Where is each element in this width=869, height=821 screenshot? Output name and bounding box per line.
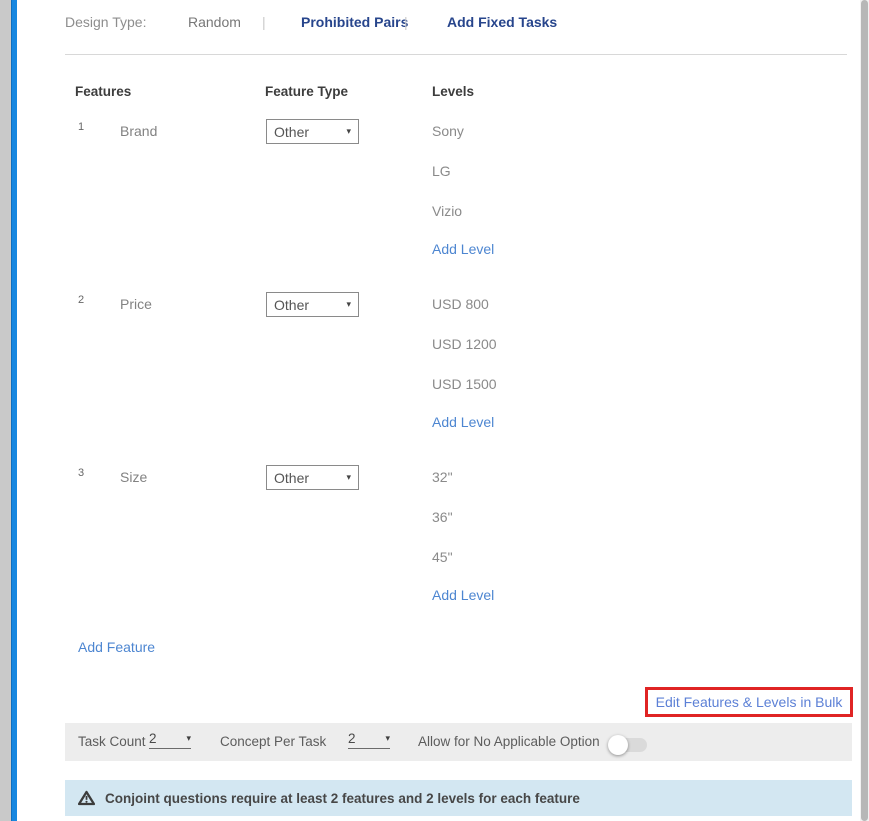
concept-per-task-value: 2: [348, 731, 356, 746]
features-table-header: Features Feature Type Levels: [65, 84, 852, 104]
no-applicable-option-toggle[interactable]: [611, 738, 647, 752]
design-type-option-random[interactable]: Random: [188, 14, 241, 30]
chevron-down-icon: ▾: [385, 733, 390, 744]
feature-index: 3: [78, 467, 84, 479]
level-value[interactable]: 36": [432, 502, 494, 542]
concept-per-task-label: Concept Per Task: [220, 734, 326, 749]
feature-type-value: Other: [274, 470, 309, 486]
feature-name[interactable]: Size: [120, 469, 147, 485]
section-divider: [65, 54, 847, 55]
scrollbar-thumb[interactable]: [861, 0, 868, 821]
level-value[interactable]: 45": [432, 542, 494, 582]
add-level-link[interactable]: Add Level: [432, 236, 494, 257]
bulk-edit-annotation-box: Edit Features & Levels in Bulk: [645, 687, 853, 717]
level-value[interactable]: USD 800: [432, 289, 497, 329]
design-type-option-add-fixed-tasks[interactable]: Add Fixed Tasks: [447, 14, 557, 30]
feature-index: 2: [78, 294, 84, 306]
add-level-link[interactable]: Add Level: [432, 409, 497, 430]
feature-name[interactable]: Price: [120, 296, 152, 312]
concept-per-task-dropdown[interactable]: 2 ▾: [348, 731, 390, 749]
feature-type-select[interactable]: Other ▾: [266, 292, 359, 317]
selected-question-accent-bar: [11, 0, 17, 821]
add-level-link[interactable]: Add Level: [432, 582, 494, 603]
separator: |: [404, 14, 408, 30]
add-feature-link[interactable]: Add Feature: [78, 639, 155, 655]
feature-type-value: Other: [274, 124, 309, 140]
design-type-label: Design Type:: [65, 14, 146, 30]
level-value[interactable]: Vizio: [432, 196, 494, 236]
task-count-label: Task Count: [78, 734, 146, 749]
feature-type-select[interactable]: Other ▾: [266, 119, 359, 144]
info-message: Conjoint questions require at least 2 fe…: [105, 791, 580, 806]
column-header-feature-type: Feature Type: [265, 84, 348, 99]
chevron-down-icon: ▾: [346, 126, 351, 137]
chevron-down-icon: ▾: [346, 299, 351, 310]
page-background-strip: [0, 0, 11, 821]
task-count-dropdown[interactable]: 2 ▾: [149, 731, 191, 749]
column-header-levels: Levels: [432, 84, 474, 99]
info-bar: Conjoint questions require at least 2 fe…: [65, 780, 852, 816]
task-count-value: 2: [149, 731, 157, 746]
vertical-scrollbar[interactable]: [860, 0, 869, 821]
level-value[interactable]: 32": [432, 462, 494, 502]
settings-bar: Task Count 2 ▾ Concept Per Task 2 ▾ Allo…: [65, 723, 852, 761]
conjoint-designer-panel: Design Type: Random | Prohibited Pairs |…: [0, 0, 869, 821]
levels-list: Sony LG Vizio Add Level: [432, 116, 494, 257]
level-value[interactable]: USD 1500: [432, 369, 497, 409]
design-type-row: Design Type: Random | Prohibited Pairs |…: [0, 14, 860, 34]
chevron-down-icon: ▾: [186, 733, 191, 744]
edit-features-levels-bulk-link[interactable]: Edit Features & Levels in Bulk: [656, 694, 843, 710]
feature-name[interactable]: Brand: [120, 123, 157, 139]
feature-type-select[interactable]: Other ▾: [266, 465, 359, 490]
level-value[interactable]: Sony: [432, 116, 494, 156]
level-value[interactable]: LG: [432, 156, 494, 196]
column-header-features: Features: [75, 84, 131, 99]
warning-icon: [78, 790, 95, 806]
design-type-option-prohibited-pairs[interactable]: Prohibited Pairs: [301, 14, 408, 30]
feature-index: 1: [78, 121, 84, 133]
toggle-knob: [608, 735, 628, 755]
chevron-down-icon: ▾: [346, 472, 351, 483]
levels-list: 32" 36" 45" Add Level: [432, 462, 494, 603]
separator: |: [262, 14, 266, 30]
no-applicable-option-label: Allow for No Applicable Option: [418, 734, 600, 749]
feature-type-value: Other: [274, 297, 309, 313]
level-value[interactable]: USD 1200: [432, 329, 497, 369]
levels-list: USD 800 USD 1200 USD 1500 Add Level: [432, 289, 497, 430]
